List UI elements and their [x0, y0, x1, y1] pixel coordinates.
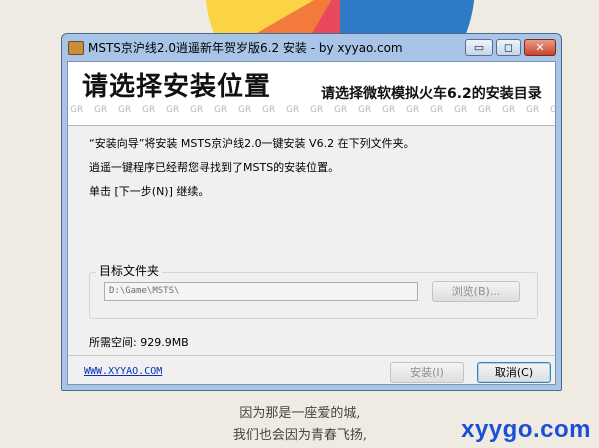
installer-client-area: 请选择安装位置 请选择微软模拟火车6.2的安装目录 GR GR GR GR GR GR GR…	[67, 61, 556, 385]
intro-line-2: 逍遥一键程序已经帮您寻找到了MSTS的安装位置。	[89, 161, 340, 174]
footer-divider	[68, 355, 555, 356]
watermark-strip: GR GR GR GR GR GR GR GR GR GR GR GR GR GR GR GR GR GR GR GR…	[68, 105, 555, 118]
watermark-mark: GR	[214, 105, 228, 115]
watermark-mark: GR	[286, 105, 300, 115]
watermark-mark: GR	[406, 105, 420, 115]
watermark-mark: GR	[70, 105, 84, 115]
watermark-mark: GR	[334, 105, 348, 115]
header-banner: 请选择安装位置 请选择微软模拟火车6.2的安装目录 GR GR GR GR GR GR GR…	[68, 62, 555, 125]
space-required-label: 所需空间: 929.9MB	[89, 336, 189, 349]
watermark-mark: GR	[262, 105, 276, 115]
page-subtitle: 请选择微软模拟火车6.2的安装目录	[321, 86, 542, 102]
background-text-2: 我们也会因为青春飞扬,	[232, 428, 368, 443]
watermark-mark: GR	[142, 105, 156, 115]
destination-path-field[interactable]: D:\Game\MSTS\	[104, 282, 418, 301]
watermark-mark: GR	[502, 105, 516, 115]
intro-line-1: “安装向导”将安装 MSTS京沪线2.0一键安装 V6.2 在下列文件夹。	[89, 137, 415, 150]
minimize-button[interactable]: ▭	[465, 39, 493, 56]
close-button[interactable]: ✕	[524, 39, 556, 56]
watermark-mark: GR	[526, 105, 540, 115]
app-package-icon	[68, 41, 84, 55]
watermark-mark: GR	[94, 105, 108, 115]
destination-folder-label: 目标文件夹	[96, 262, 163, 279]
title-bar[interactable]: MSTS京沪线2.0逍遥新年贺岁版6.2 安装 - by xyyao.com ▭…	[62, 34, 561, 61]
page-title: 请选择安装位置	[82, 72, 272, 102]
watermark-mark: GR	[382, 105, 396, 115]
window-title: MSTS京沪线2.0逍遥新年贺岁版6.2 安装 - by xyyao.com	[88, 41, 403, 55]
maximize-button[interactable]: ◻	[496, 39, 521, 56]
cancel-button[interactable]: 取消(C)	[477, 362, 551, 383]
watermark-mark: GR	[310, 105, 324, 115]
intro-line-3: 单击 [下一步(N)] 继续。	[89, 185, 210, 198]
watermark-mark: GR	[118, 105, 132, 115]
header-divider	[68, 125, 555, 126]
installer-window: MSTS京沪线2.0逍遥新年贺岁版6.2 安装 - by xyyao.com ▭…	[61, 33, 562, 391]
background-watermark-url: xyygo.com	[461, 416, 591, 443]
watermark-mark: GR	[358, 105, 372, 115]
watermark-mark: GR	[430, 105, 444, 115]
background-text-1: 因为那是一座爱的城,	[239, 406, 361, 421]
browse-button[interactable]: 浏览(B)...	[432, 281, 520, 302]
install-button[interactable]: 安装(I)	[390, 362, 464, 383]
watermark-mark: GR	[238, 105, 252, 115]
watermark-mark: GR	[454, 105, 468, 115]
watermark-mark: GR	[478, 105, 492, 115]
website-link[interactable]: WWW.XYYAO.COM	[84, 366, 162, 377]
watermark-mark: GR	[166, 105, 180, 115]
watermark-mark: GR	[548, 105, 555, 115]
watermark-mark: GR	[190, 105, 204, 115]
